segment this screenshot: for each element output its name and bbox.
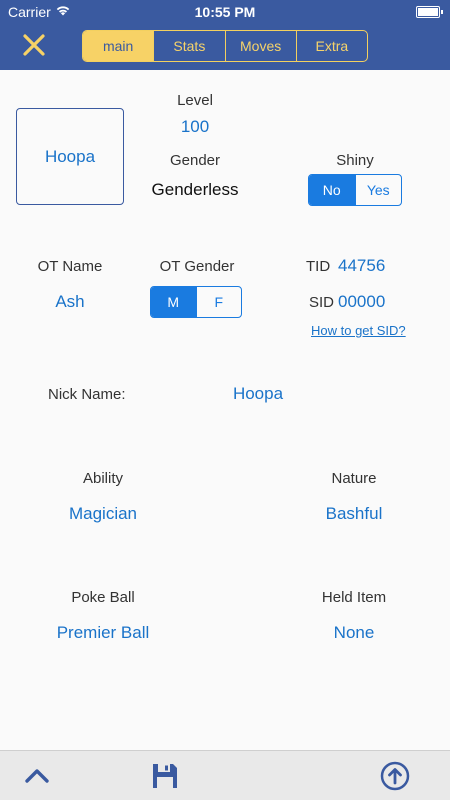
ot-name-label: OT Name: [37, 258, 103, 275]
species-name: Hoopa: [44, 146, 96, 166]
level-value[interactable]: 100: [145, 117, 245, 137]
nature-value[interactable]: Bashful: [304, 504, 404, 524]
status-bar: Carrier 10:55 PM: [0, 0, 450, 24]
shiny-label: Shiny: [336, 152, 374, 169]
held-item-label: Held Item: [321, 589, 387, 606]
ot-gender-male-option[interactable]: M: [151, 287, 196, 317]
close-icon[interactable]: [22, 33, 46, 57]
sid-help-link[interactable]: How to get SID?: [311, 323, 406, 338]
ability-value[interactable]: Magician: [38, 504, 168, 524]
shiny-toggle: No Yes: [308, 174, 402, 206]
species-button[interactable]: Hoopa: [16, 108, 124, 205]
nickname-label: Nick Name:: [48, 386, 126, 403]
nickname-value[interactable]: Hoopa: [208, 384, 308, 404]
nature-label: Nature: [331, 470, 377, 487]
chevron-up-icon[interactable]: [22, 761, 52, 791]
held-item-value[interactable]: None: [304, 623, 404, 643]
ot-gender-female-option[interactable]: F: [195, 287, 242, 317]
tab-moves[interactable]: Moves: [224, 31, 296, 61]
bottom-toolbar: [0, 750, 450, 800]
ot-gender-label: OT Gender: [159, 258, 235, 275]
tab-segmented-control: main Stats Moves Extra: [82, 30, 368, 62]
tab-extra[interactable]: Extra: [295, 31, 367, 61]
tid-value[interactable]: 44756: [338, 256, 385, 276]
clock: 10:55 PM: [194, 4, 256, 20]
shiny-yes-option[interactable]: Yes: [354, 175, 402, 205]
tab-main[interactable]: main: [83, 31, 154, 61]
ot-gender-toggle: M F: [150, 286, 242, 318]
ability-label: Ability: [82, 470, 123, 487]
save-icon[interactable]: [150, 761, 180, 791]
level-label: Level: [177, 92, 213, 109]
navigation-bar: Carrier 10:55 PM main Stats Moves Extra: [0, 0, 450, 70]
gender-label: Gender: [169, 152, 221, 169]
upload-icon[interactable]: [380, 761, 410, 791]
tab-stats[interactable]: Stats: [153, 31, 224, 61]
sid-label: SID: [309, 294, 335, 311]
sid-value[interactable]: 00000: [338, 292, 385, 312]
ot-name-value[interactable]: Ash: [20, 292, 120, 312]
shiny-no-option[interactable]: No: [309, 175, 355, 205]
gender-value: Genderless: [151, 180, 239, 199]
poke-ball-label: Poke Ball: [71, 589, 135, 606]
tid-label: TID: [306, 258, 331, 275]
poke-ball-value[interactable]: Premier Ball: [33, 623, 173, 643]
battery-icon: [416, 6, 443, 18]
